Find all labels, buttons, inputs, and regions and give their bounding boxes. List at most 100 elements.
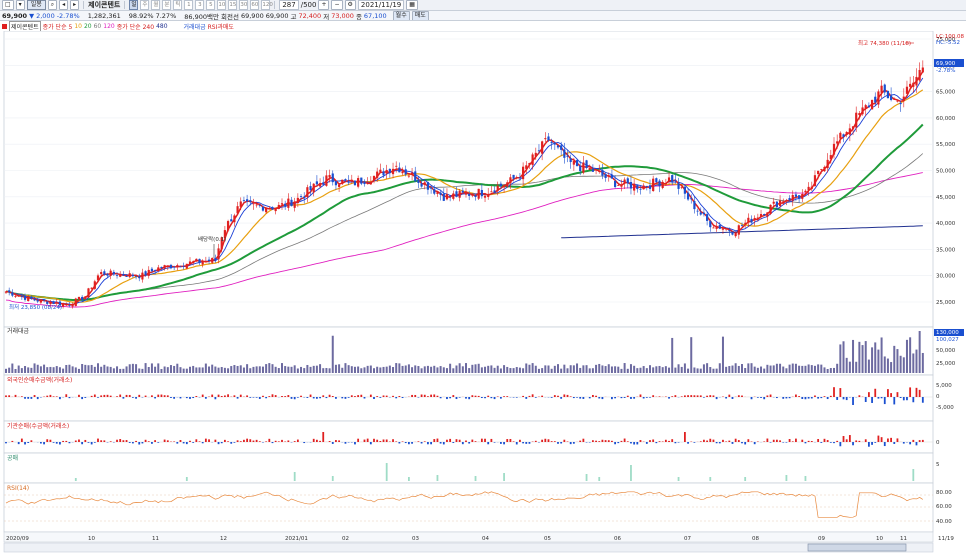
calendar-icon[interactable]: ▦ <box>406 0 418 10</box>
volume-bar <box>84 364 87 373</box>
y-axis-label: 30,000 <box>936 274 956 280</box>
volume-bar <box>636 368 639 373</box>
candle-body <box>290 199 293 207</box>
foreign-axis-m5000: -5,000 <box>936 405 954 411</box>
candle-body <box>547 136 550 141</box>
legend-rsi[interactable]: RSI과매도 <box>208 22 234 31</box>
number-15[interactable]: 15 <box>228 0 238 10</box>
gear-icon[interactable]: ⚙ <box>344 0 356 10</box>
institution-bar <box>436 438 439 442</box>
foreign-bar <box>801 397 804 399</box>
number-60[interactable]: 60 <box>250 0 260 10</box>
volume-bar <box>528 364 531 373</box>
foreign-bar <box>576 397 578 398</box>
foreign-bar <box>325 397 328 399</box>
volume-bar <box>626 368 629 373</box>
cell-week[interactable]: 주 <box>140 0 150 10</box>
number-1[interactable]: 1 <box>184 0 194 10</box>
cell-day[interactable]: 일 <box>129 0 139 10</box>
foreign-bar <box>845 397 848 401</box>
next-icon[interactable]: ▸ <box>70 0 80 10</box>
legend-ma4[interactable]: 60 <box>94 23 102 30</box>
stock-name[interactable]: 제이콘텐트 <box>88 0 120 10</box>
foreign-bar <box>376 396 379 397</box>
number-3[interactable]: 3 <box>195 0 205 10</box>
stock-chart[interactable]: 최고 74,380 (11/18) 최저 23,850 (08/24) 배당락(0.… <box>0 31 966 554</box>
short-bar <box>630 465 632 481</box>
number-120[interactable]: 120 <box>261 0 273 10</box>
layout-icon[interactable]: □ <box>2 0 14 10</box>
x-axis-label: 02 <box>342 536 349 542</box>
count-field[interactable]: 287 <box>279 0 299 10</box>
candle-body <box>141 272 144 280</box>
legend-ma3[interactable]: 20 <box>84 23 92 30</box>
institution-bar <box>522 442 525 444</box>
legend-vol[interactable]: 거래대금 <box>184 22 206 31</box>
candle-body <box>610 174 614 179</box>
candle-body <box>163 265 166 269</box>
candle-body <box>62 303 65 307</box>
foreign-bar <box>833 387 835 397</box>
prev-icon[interactable]: ◂ <box>59 0 69 10</box>
foreign-bar <box>706 395 709 397</box>
foreign-bar <box>760 397 762 398</box>
search-icon[interactable]: ⌕ <box>47 0 58 10</box>
candle-body <box>112 271 115 275</box>
legend-ma2[interactable]: 10 <box>74 23 82 30</box>
date-field[interactable]: 2021/11/19 <box>357 0 405 10</box>
foreign-bar <box>68 397 71 399</box>
scrollbar[interactable] <box>3 542 934 553</box>
foreign-bar <box>144 395 147 397</box>
zoom-in-icon[interactable]: + <box>318 0 330 10</box>
volume-bar <box>652 367 655 373</box>
scrollbar-thumb[interactable] <box>807 543 907 552</box>
inst-axis-0: 0 <box>936 440 940 446</box>
foreign-bar <box>49 394 52 397</box>
number-5[interactable]: 5 <box>206 0 216 10</box>
cell-minute[interactable]: 분 <box>162 0 172 10</box>
institution-bar <box>779 440 781 442</box>
volume-bar <box>249 368 252 373</box>
volume-bar <box>579 367 582 373</box>
legend-ma6[interactable]: 480 <box>156 23 167 30</box>
foreign-bar <box>557 395 559 397</box>
foreign-bar <box>265 397 268 399</box>
foreign-bar <box>160 394 163 397</box>
legend-ma-label2[interactable]: 종가 단순 240 <box>117 22 154 31</box>
candle-body <box>655 178 658 183</box>
volume-bar <box>122 368 125 373</box>
volume-bar <box>874 342 877 373</box>
foreign-bar <box>458 397 461 398</box>
cell-month[interactable]: 월 <box>151 0 161 10</box>
candle-body <box>855 112 858 128</box>
institution-bar <box>550 441 553 442</box>
number-30[interactable]: 30 <box>239 0 249 10</box>
candle-body <box>39 299 42 303</box>
legend-ma1[interactable]: 종가 단순 5 <box>43 22 73 31</box>
period-select[interactable]: 일봉 <box>26 0 46 10</box>
top-toolbar: □ ▾ 일봉 ⌕ ◂ ▸ 제이콘텐트 일 주 월 분 틱 1 3 5 10 15… <box>0 0 966 11</box>
chevron-down-icon[interactable]: ▾ <box>15 0 25 10</box>
foreign-bar <box>369 394 372 397</box>
candle-body <box>591 168 594 172</box>
foreign-title: 외국인순매수금액(거래소) <box>7 376 72 384</box>
institution-bar <box>417 441 420 442</box>
candle-body <box>556 145 560 148</box>
volume-bar <box>325 368 328 373</box>
sell-button[interactable]: 매도 <box>411 11 429 20</box>
legend-ma5[interactable]: 120 <box>103 23 114 30</box>
volume-bar <box>905 339 908 373</box>
month-button[interactable]: 월수 <box>392 11 410 20</box>
volume-bar <box>322 368 325 373</box>
legend-main[interactable]: 제이콘텐트 <box>9 21 41 31</box>
volume-bar <box>217 367 220 373</box>
zoom-out-icon[interactable]: − <box>331 0 343 10</box>
cell-tick[interactable]: 틱 <box>173 0 183 10</box>
candle-body <box>813 175 817 186</box>
number-10[interactable]: 10 <box>217 0 227 10</box>
down-arrow-icon: ▼ <box>29 11 35 20</box>
candle-body <box>575 160 579 167</box>
candle-body <box>84 296 87 299</box>
candle-body <box>468 194 471 196</box>
candle-body <box>496 185 499 191</box>
